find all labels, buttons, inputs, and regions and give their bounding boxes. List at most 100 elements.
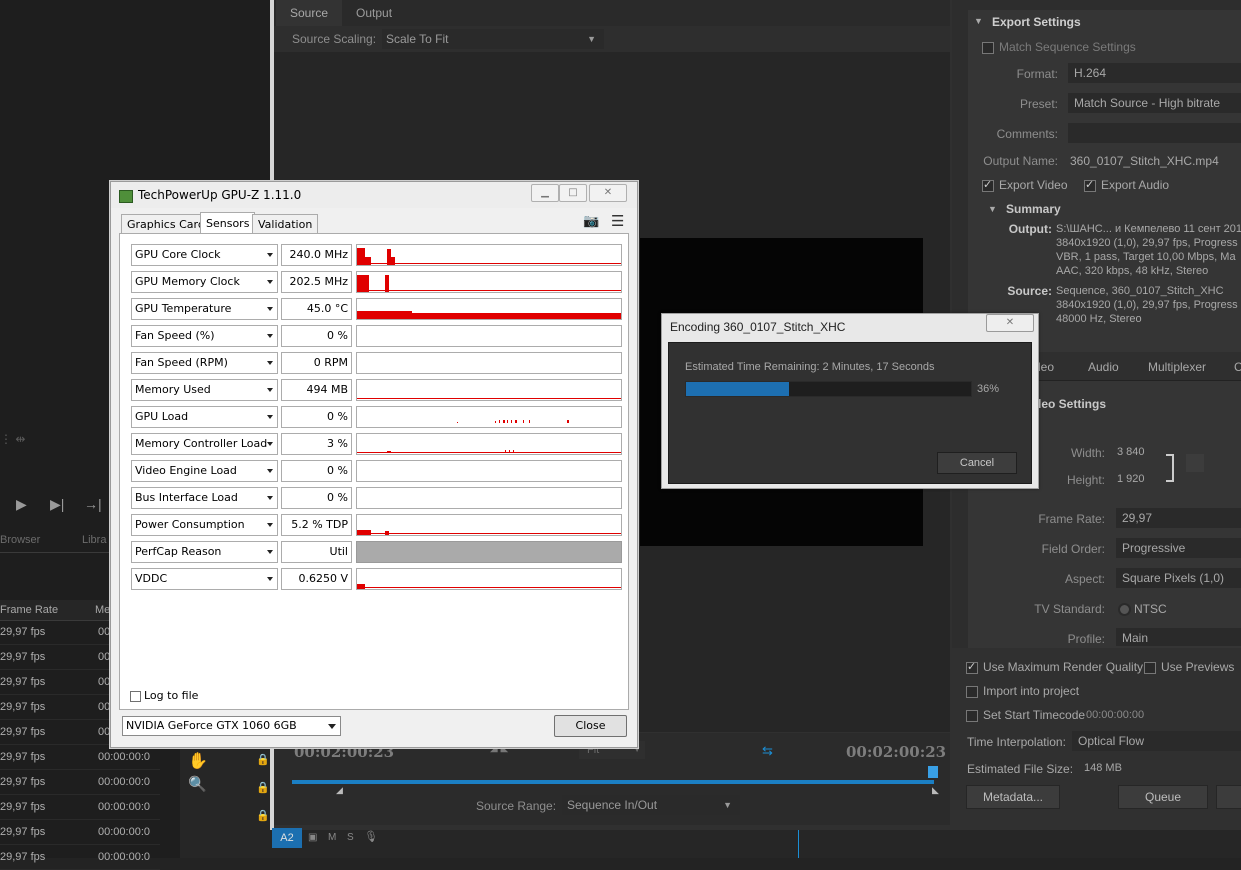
sensor-row: GPU Temperature 45.0 °C (131, 298, 631, 320)
zoom-tool-icon[interactable]: 🔍 (188, 775, 207, 793)
graph-mark (523, 420, 524, 423)
sensor-name-dropdown[interactable]: Memory Used (131, 379, 278, 401)
close-button[interactable]: Close (554, 715, 627, 737)
sensor-name-dropdown[interactable]: Power Consumption (131, 514, 278, 536)
minimize-icon[interactable]: ▁ (531, 184, 559, 202)
export-button[interactable] (1216, 785, 1241, 809)
sensor-name-dropdown[interactable]: GPU Temperature (131, 298, 278, 320)
tab-captions[interactable]: C (1234, 360, 1241, 374)
play-icon[interactable]: ▶ (16, 496, 27, 513)
sensor-name-dropdown[interactable]: Fan Speed (%) (131, 325, 278, 347)
time-interp-dropdown[interactable]: Optical Flow (1072, 731, 1241, 751)
lock-icon[interactable]: 🔒 (256, 781, 270, 794)
tab-browser[interactable]: Browser (0, 534, 40, 546)
frame-rate-column[interactable]: Frame Rate (0, 604, 58, 616)
sensor-graph (356, 514, 622, 536)
export-video-checkbox[interactable]: Export Video (982, 178, 1068, 192)
sensor-name-dropdown[interactable]: Memory Controller Load (131, 433, 278, 455)
timeline-playhead[interactable] (798, 830, 799, 858)
import-project-checkbox[interactable]: Import into project (966, 684, 1079, 698)
collapse-icon[interactable]: ▼ (988, 204, 997, 214)
mute-button[interactable]: M (328, 832, 336, 843)
chevron-down-icon: ▼ (723, 800, 732, 810)
sensor-name-dropdown[interactable]: GPU Core Clock (131, 244, 278, 266)
summary-header: Summary (1006, 202, 1061, 216)
lock-icon[interactable]: 🔒 (256, 809, 270, 822)
list-item[interactable]: 29,97 fps 00:00:00:0 (0, 745, 160, 770)
menu-icon[interactable]: ☰ (611, 212, 624, 230)
use-previews-checkbox[interactable]: Use Previews (1144, 660, 1234, 674)
profile-dropdown[interactable]: Main (1116, 628, 1241, 646)
sensor-name-dropdown[interactable]: Video Engine Load (131, 460, 278, 482)
set-start-tc-checkbox[interactable]: Set Start Timecode (966, 708, 1085, 722)
sensor-name-dropdown[interactable]: Fan Speed (RPM) (131, 352, 278, 374)
tab-source[interactable]: Source (276, 0, 343, 26)
in-point-marker[interactable]: ◢ (336, 785, 343, 796)
timeline-scrub-bar[interactable] (292, 780, 934, 784)
chain-link-icon[interactable] (1186, 454, 1204, 472)
source-summary-label: Source: (1007, 284, 1052, 298)
maximize-icon[interactable]: □ (559, 184, 587, 202)
graph-mark (357, 398, 621, 399)
close-icon[interactable]: ✕ (986, 314, 1034, 332)
sequence-markers-icon[interactable]: ⋮ ⇹ (0, 432, 40, 446)
camera-icon[interactable]: 📷 (583, 214, 599, 229)
match-sequence-checkbox[interactable]: Match Sequence Settings (982, 40, 1136, 54)
sensor-name-dropdown[interactable]: GPU Memory Clock (131, 271, 278, 293)
graph-mark (385, 275, 389, 292)
tab-multiplexer[interactable]: Multiplexer (1148, 360, 1206, 374)
media-column[interactable]: Me (95, 604, 110, 616)
max-render-checkbox[interactable]: Use Maximum Render Quality (966, 660, 1143, 674)
graph-mark (357, 533, 621, 534)
playhead-marker[interactable] (928, 766, 938, 778)
frame-rate-label: Frame Rate: (1038, 512, 1105, 526)
source-scaling-dropdown[interactable]: Scale To Fit ▼ (382, 29, 604, 49)
gpuz-titlebar[interactable]: TechPowerUp GPU-Z 1.11.0 ▁ □ ✕ (111, 182, 637, 208)
collapse-icon[interactable]: ▼ (974, 16, 983, 26)
out-point-marker[interactable]: ◣ (932, 785, 939, 796)
microphone-icon[interactable]: 🎙 (364, 830, 378, 843)
start-timecode-value[interactable]: 00:00:00:00 (1086, 709, 1144, 721)
sensor-name-dropdown[interactable]: Bus Interface Load (131, 487, 278, 509)
sensor-name-dropdown[interactable]: GPU Load (131, 406, 278, 428)
list-item[interactable]: 29,97 fps 00:00:00:0 (0, 820, 160, 845)
solo-button[interactable]: S (347, 832, 354, 843)
source-range-dropdown[interactable]: Sequence In/Out ▼ (562, 795, 740, 815)
lock-icon[interactable]: 🔒 (256, 753, 270, 766)
step-forward-icon[interactable]: ▶| (50, 496, 64, 513)
comments-field[interactable] (1068, 123, 1241, 143)
metadata-button[interactable]: Metadata... (966, 785, 1060, 809)
tab-graphics-card[interactable]: Graphics Card (121, 214, 211, 235)
log-to-file-checkbox[interactable]: Log to file (130, 689, 198, 702)
list-item[interactable]: 29,97 fps 00:00:00:0 (0, 770, 160, 795)
timeline-tracks (270, 830, 1241, 858)
sensor-name-dropdown[interactable]: VDDC (131, 568, 278, 590)
tab-output[interactable]: Output (342, 0, 406, 26)
sync-lock-icon[interactable]: ▣ (308, 832, 317, 843)
tab-validation[interactable]: Validation (252, 214, 319, 235)
export-audio-checkbox[interactable]: Export Audio (1084, 178, 1169, 192)
format-dropdown[interactable]: H.264 (1068, 63, 1241, 83)
tab-libraries[interactable]: Libra (82, 534, 106, 546)
cancel-button[interactable]: Cancel (937, 452, 1017, 474)
preset-dropdown[interactable]: Match Source - High bitrate (1068, 93, 1241, 113)
tab-audio[interactable]: Audio (1088, 360, 1119, 374)
track-a2-target[interactable]: A2 (272, 828, 302, 848)
field-order-dropdown[interactable]: Progressive (1116, 538, 1241, 558)
graph-mark (507, 420, 508, 423)
aspect-toggle-icon[interactable]: ⇆ (762, 743, 773, 759)
gpu-select-dropdown[interactable]: NVIDIA GeForce GTX 1060 6GB (122, 716, 341, 736)
height-value[interactable]: 1 920 (1117, 473, 1145, 485)
ntsc-radio[interactable]: NTSC (1118, 602, 1167, 617)
close-icon[interactable]: ✕ (589, 184, 627, 202)
width-value[interactable]: 3 840 (1117, 446, 1145, 458)
aspect-dropdown[interactable]: Square Pixels (1,0) (1116, 568, 1241, 588)
export-settings-header: Export Settings (992, 15, 1081, 29)
hand-tool-icon[interactable]: ✋ (188, 751, 208, 771)
sensor-name-dropdown[interactable]: PerfCap Reason (131, 541, 278, 563)
list-item[interactable]: 29,97 fps 00:00:00:0 (0, 795, 160, 820)
go-to-out-icon[interactable]: →| (84, 496, 102, 512)
frame-rate-dropdown[interactable]: 29,97 (1116, 508, 1241, 528)
output-name-link[interactable]: 360_0107_Stitch_XHC.mp4 (1070, 154, 1219, 168)
queue-button[interactable]: Queue (1118, 785, 1208, 809)
